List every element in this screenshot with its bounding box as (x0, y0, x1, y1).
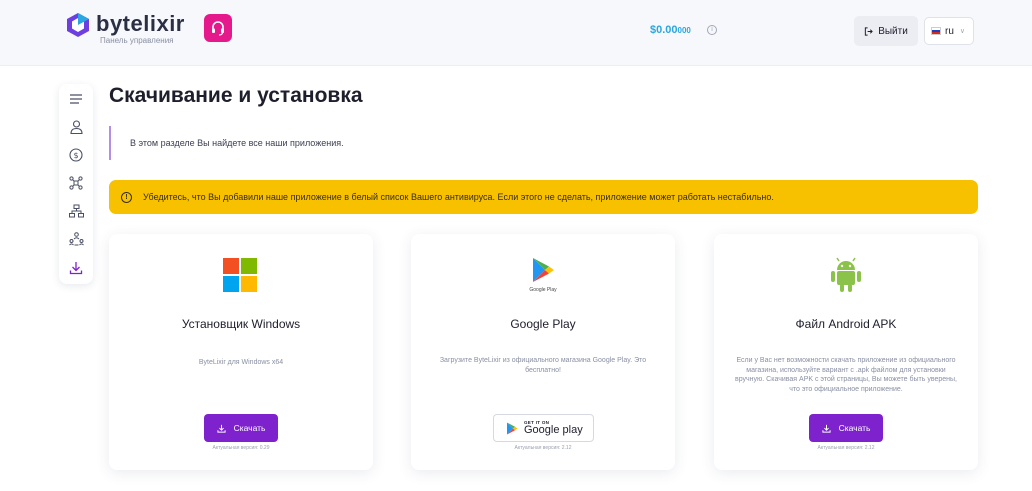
warning-text: Убедитесь, что Вы добавили наше приложен… (143, 192, 774, 202)
language-select[interactable]: ru ∨ (924, 17, 974, 45)
version-label: Актуальная версия: 2.12 (514, 445, 572, 451)
logout-icon (865, 26, 873, 36)
language-value: ru (945, 25, 954, 37)
download-label: Скачать (233, 423, 266, 433)
badge-big-text: Google play (524, 424, 583, 436)
logo-subtitle: Панель управления (100, 36, 174, 45)
card-description: Если у Вас нет возможности скачать прило… (735, 357, 957, 393)
logout-label: Выйти (878, 25, 908, 37)
google-play-caption: Google Play (529, 287, 557, 293)
sidebar-item-finance[interactable]: $ (68, 147, 84, 163)
intro-text: В этом разделе Вы найдете все наши прило… (130, 138, 344, 148)
sidebar-item-structure[interactable] (68, 203, 84, 219)
sidebar-item-menu[interactable] (68, 91, 84, 107)
download-icon (821, 424, 831, 433)
windows-logo-icon (223, 258, 257, 292)
user-icon (69, 120, 83, 134)
sidebar-item-network[interactable] (68, 175, 84, 191)
card-title: Установщик Windows (181, 317, 301, 331)
intro-note: В этом разделе Вы найдете все наши прило… (109, 126, 344, 160)
card-description: Загрузите ByteLixir из официального мага… (439, 357, 647, 374)
headset-icon (212, 21, 224, 36)
russia-flag-icon (931, 27, 941, 35)
menu-icon (70, 94, 82, 104)
support-button[interactable] (204, 14, 232, 42)
version-label: Актуальная версия: 0.29 (212, 445, 270, 451)
card-windows-installer: Установщик Windows ByteLixir для Windows… (109, 234, 373, 470)
logo[interactable]: bytelixir Панель управления (66, 12, 185, 45)
balance-info-icon[interactable]: i (707, 25, 717, 35)
dollar-icon: $ (69, 148, 83, 162)
download-apk-button[interactable]: Скачать (809, 414, 883, 442)
svg-text:$: $ (73, 151, 78, 160)
balance-main: $0.00 (650, 24, 678, 36)
android-robot-icon (831, 257, 861, 292)
google-play-badge-button[interactable]: GET IT ON Google play (493, 414, 594, 442)
card-google-play: Google Play Google Play Загрузите ByteLi… (411, 234, 675, 470)
chevron-down-icon: ∨ (959, 28, 966, 35)
card-android-apk: Файл Android APK Если у Вас нет возможно… (714, 234, 978, 470)
balance-decimals: 000 (677, 26, 691, 35)
card-title: Файл Android APK (795, 317, 897, 331)
logo-name: bytelixir (96, 11, 185, 36)
download-label: Скачать (838, 423, 871, 433)
sidebar-rail: $ (59, 84, 93, 284)
warning-icon: ! (121, 191, 132, 203)
antivirus-warning-banner: ! Убедитесь, что Вы добавили наше прилож… (109, 180, 978, 214)
logo-hexagon-icon (67, 13, 89, 37)
google-play-badge-icon (507, 422, 518, 434)
sidebar-item-downloads[interactable] (68, 260, 84, 276)
logout-button[interactable]: Выйти (854, 16, 918, 46)
download-icon (69, 262, 83, 275)
page-title: Скачивание и установка (109, 84, 363, 107)
card-description: ByteLixir для Windows x64 (198, 359, 284, 366)
sidebar-item-referrals[interactable] (68, 231, 84, 247)
google-play-logo-icon (533, 258, 554, 282)
network-icon (69, 176, 83, 190)
download-windows-button[interactable]: Скачать (204, 414, 278, 442)
sidebar-item-profile[interactable] (68, 119, 84, 135)
hierarchy-icon (68, 204, 84, 218)
referrals-icon (68, 232, 84, 246)
top-header: bytelixir Панель управления $0.00000 i В… (0, 0, 1032, 66)
version-label: Актуальная версия: 2.12 (817, 445, 875, 451)
balance-display: $0.00000 (650, 24, 691, 36)
download-icon (216, 424, 226, 433)
card-title: Google Play (510, 317, 576, 331)
